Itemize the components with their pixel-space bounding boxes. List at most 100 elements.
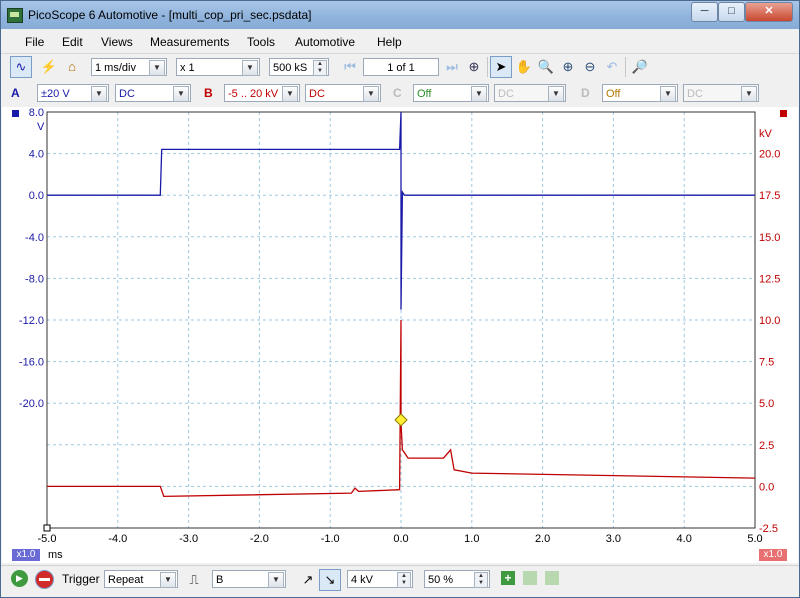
channel-b-button[interactable]: B xyxy=(204,84,224,102)
left-axis-ticks: 8.0 4.0 0.0 -4.0 -8.0 -12.0 -16.0 -20.0 xyxy=(19,107,44,410)
last-buffer-icon[interactable]: ⏭ xyxy=(441,56,463,78)
left-tick-label: -20.0 xyxy=(19,398,44,410)
app-window: PicoScope 6 Automotive - [multi_cop_pri_… xyxy=(0,0,800,598)
channel-b-marker[interactable] xyxy=(780,110,787,117)
zoom-area-icon[interactable]: 🔍 xyxy=(535,56,557,78)
menu-file[interactable]: File xyxy=(25,35,44,49)
rising-edge-icon[interactable]: ↗ xyxy=(297,569,319,591)
lightning-icon[interactable]: ⚡ xyxy=(38,56,60,78)
channel-c-range-select[interactable]: Off ▼ xyxy=(413,84,489,102)
channel-c-button[interactable]: C xyxy=(393,84,413,102)
x-tick-label: -4.0 xyxy=(108,533,127,545)
zoom-select[interactable]: x 1 ▼ xyxy=(176,58,260,76)
picoscope-icon xyxy=(7,8,23,23)
left-tick-label: -12.0 xyxy=(19,315,44,327)
channel-a-button[interactable]: A xyxy=(11,84,31,102)
right-tick-label: 7.5 xyxy=(759,357,774,369)
scope-view[interactable]: 8.0 4.0 0.0 -4.0 -8.0 -12.0 -16.0 -20.0 20.0 17.… xyxy=(2,107,798,563)
zoom-out-icon[interactable]: ⊖ xyxy=(579,56,601,78)
channel-a-range: ±20 V xyxy=(41,88,70,100)
channel-b-coupling-select[interactable]: DC ▼ xyxy=(305,84,381,102)
trigger-mode: Repeat xyxy=(108,574,144,586)
threshold-value: 4 kV xyxy=(351,574,374,586)
trigger-toolbar: ▶ Trigger Repeat ▼ ⎍ B ▼ ↗ ↘ 4 kV ▲ ▼ 50 … xyxy=(1,565,799,592)
threshold-stepper[interactable]: 4 kV ▲ ▼ xyxy=(347,570,413,588)
first-buffer-icon[interactable]: ⏮ xyxy=(339,56,361,78)
timebase-select[interactable]: 1 ms/div ▼ xyxy=(91,58,167,76)
channel-b-range: -5 .. 20 kV xyxy=(228,88,279,100)
hand-tool-icon[interactable]: ✋ xyxy=(513,56,535,78)
right-axis-ticks: 20.017.515.012.510.07.55.02.50.0-2.5 xyxy=(759,149,780,535)
menu-automotive[interactable]: Automotive xyxy=(295,35,355,49)
right-tick-label: 2.5 xyxy=(759,440,774,452)
pointer-tool-icon[interactable]: ➤ xyxy=(490,56,512,78)
undo-zoom-icon[interactable]: ↶ xyxy=(601,56,623,78)
x-axis-ticks: -5.0 -4.0 -3.0 -2.0 -1.0 0.0 1.0 2.0 3.0 4.0 5.0 xyxy=(38,533,763,545)
left-tick-label: 4.0 xyxy=(29,149,44,161)
timebase-value: 1 ms/div xyxy=(95,62,136,74)
channel-d-range: Off xyxy=(606,88,621,100)
maximize-button[interactable]: □ xyxy=(718,2,745,22)
left-tick-label: 0.0 xyxy=(29,190,44,202)
channel-a-range-select[interactable]: ±20 V ▼ xyxy=(37,84,109,102)
channel-b-range-select[interactable]: -5 .. 20 kV ▼ xyxy=(224,84,300,102)
channel-a-coupling: DC xyxy=(119,88,135,100)
left-tick-label: 8.0 xyxy=(29,107,44,119)
chevron-down-icon: ▼ xyxy=(548,86,564,102)
zoom-in-icon[interactable]: ⊕ xyxy=(557,56,579,78)
chevron-down-icon: ▼ xyxy=(282,86,298,102)
scope-mode-icon[interactable]: ∿ xyxy=(10,56,32,78)
right-tick-label: 10.0 xyxy=(759,315,780,327)
left-zoom-badge[interactable]: x1.0 xyxy=(12,549,40,561)
trigger-channel: B xyxy=(216,574,224,586)
x-tick-label: -2.0 xyxy=(250,533,269,545)
advanced-trigger-icon[interactable]: ⎍ xyxy=(183,569,205,591)
pretrigger-value: 50 % xyxy=(428,574,454,586)
trigger-marker[interactable] xyxy=(394,413,408,427)
left-tick-label: -8.0 xyxy=(25,273,44,285)
x-tick-label: 5.0 xyxy=(747,533,762,545)
channel-a-coupling-select[interactable]: DC ▼ xyxy=(115,84,191,102)
trigger-mode-select[interactable]: Repeat ▼ xyxy=(104,570,178,588)
home-icon[interactable]: ⌂ xyxy=(61,56,83,78)
falling-edge-icon[interactable]: ↘ xyxy=(319,569,341,591)
scope-chart[interactable]: 8.0 4.0 0.0 -4.0 -8.0 -12.0 -16.0 -20.0 20.0 17.… xyxy=(2,107,798,563)
channel-d-coupling-select[interactable]: DC ▼ xyxy=(683,84,759,102)
edit-measurement-icon[interactable] xyxy=(523,571,537,585)
zoom-overview-icon[interactable]: 🔎 xyxy=(629,56,651,78)
add-measurement-icon[interactable]: + xyxy=(501,571,515,585)
menu-measurements[interactable]: Measurements xyxy=(150,35,229,49)
x-tick-label: -1.0 xyxy=(321,533,340,545)
x-tick-label: -3.0 xyxy=(179,533,198,545)
menu-edit[interactable]: Edit xyxy=(62,35,83,49)
close-button[interactable]: ✕ xyxy=(745,2,793,22)
main-toolbar: ∿ ⚡ ⌂ 1 ms/div ▼ x 1 ▼ 500 kS ▲ ▼ ⏮ 1 of … xyxy=(1,54,799,80)
x-tick-label: -5.0 xyxy=(38,533,57,545)
menu-tools[interactable]: Tools xyxy=(247,35,275,49)
minimize-button[interactable]: ─ xyxy=(691,2,718,22)
menu-bar: File Edit Views Measurements Tools Autom… xyxy=(1,29,799,54)
channel-c-range: Off xyxy=(417,88,432,100)
chevron-down-icon: ▼ xyxy=(660,86,676,102)
spin-arrows-icon: ▲ ▼ xyxy=(313,60,327,76)
right-tick-label: 12.5 xyxy=(759,273,780,285)
channel-c-coupling-select[interactable]: DC ▼ xyxy=(494,84,566,102)
compass-icon[interactable]: ⊕ xyxy=(463,56,485,78)
buffer-value: 1 of 1 xyxy=(387,62,415,74)
samples-stepper[interactable]: 500 kS ▲ ▼ xyxy=(269,58,329,76)
right-zoom-badge[interactable]: x1.0 xyxy=(759,549,787,561)
channel-d-button[interactable]: D xyxy=(581,84,601,102)
channel-d-range-select[interactable]: Off ▼ xyxy=(602,84,678,102)
channel-a-marker[interactable] xyxy=(12,110,19,117)
start-icon[interactable]: ▶ xyxy=(11,570,28,587)
trigger-channel-select[interactable]: B ▼ xyxy=(212,570,286,588)
spin-arrows-icon: ▲ ▼ xyxy=(474,572,488,588)
pretrigger-stepper[interactable]: 50 % ▲ ▼ xyxy=(424,570,490,588)
menu-help[interactable]: Help xyxy=(377,35,402,49)
left-axis-unit: V xyxy=(37,121,45,133)
stop-icon[interactable] xyxy=(35,570,54,589)
right-tick-label: 5.0 xyxy=(759,398,774,410)
buffer-field[interactable]: 1 of 1 xyxy=(363,58,439,76)
delete-measurement-icon[interactable] xyxy=(545,571,559,585)
menu-views[interactable]: Views xyxy=(101,35,133,49)
